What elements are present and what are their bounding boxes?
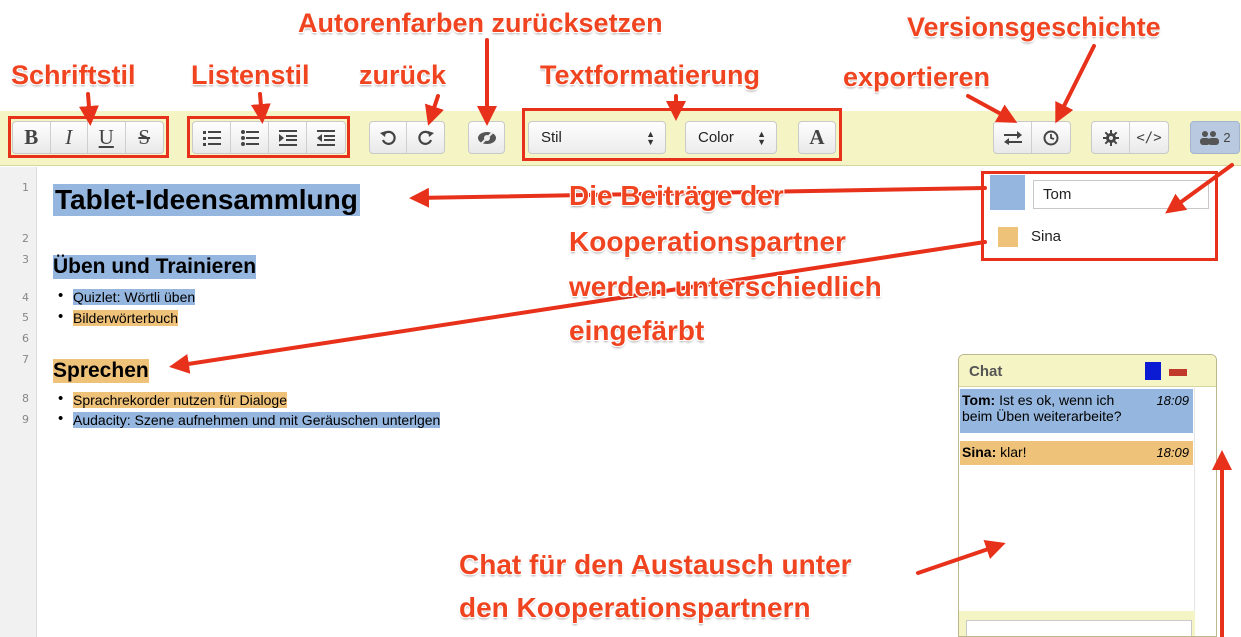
annotation-beitraege-line: Die Beiträge der	[569, 180, 784, 211]
annotation-textformatierung: Textformatierung	[540, 60, 761, 90]
annotation-chat-line: den Kooperationspartnern	[459, 592, 811, 623]
annotation-listenstil: Listenstil	[191, 60, 310, 90]
annotation-beitraege-line: eingefärbt	[569, 315, 705, 346]
screenshot-stage: B I U S Stil ▲ ▼ Color ▲ ▼ A </> 2 1 2 3…	[0, 0, 1241, 637]
annotation-beitraege-line: Kooperationspartner	[569, 226, 846, 257]
annotation-chat-line: Chat für den Austausch unter	[459, 549, 852, 580]
annotation-zurueck: zurück	[359, 60, 447, 90]
annotation-autorenfarben: Autorenfarben zurücksetzen	[298, 8, 663, 38]
annotation-beitraege-line: werden unterschiedlich	[569, 271, 882, 302]
annotation-versionsgeschichte: Versionsgeschichte	[907, 12, 1161, 42]
annotation-schriftstil: Schriftstil	[11, 60, 136, 90]
annotation-exportieren: exportieren	[843, 62, 991, 92]
